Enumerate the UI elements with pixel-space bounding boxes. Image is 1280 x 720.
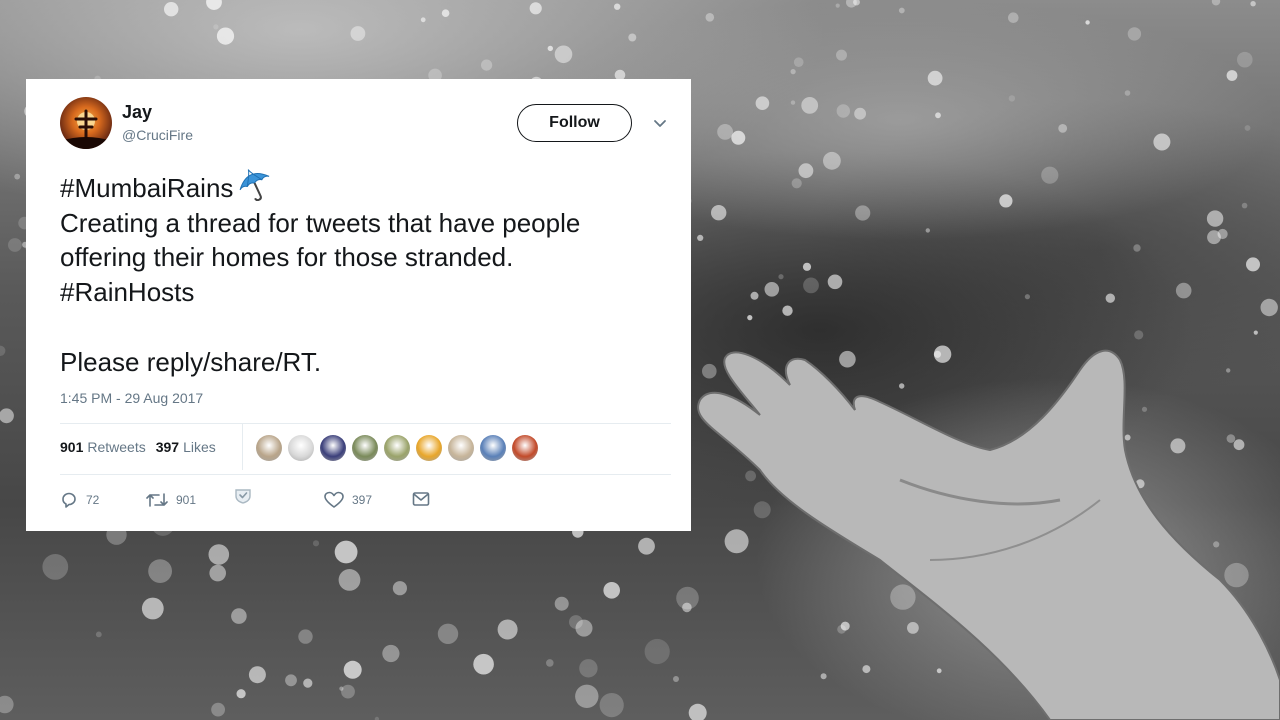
mail-icon [412,492,430,506]
tweet-actions: 72 901 397 [60,489,660,511]
retweet-icon [146,493,168,507]
liker-avatar[interactable] [416,435,442,461]
tweet-text: #MumbaiRains Creating a thread for tweet… [60,167,680,379]
author-name[interactable]: Jay [122,102,152,123]
reply-icon [62,492,76,508]
tweet-line: #MumbaiRains [60,167,680,206]
retweets-stat[interactable]: 901 Retweets [60,439,146,455]
liker-avatar[interactable] [512,435,538,461]
reply-button[interactable]: 72 [60,491,99,509]
verified-shield-button[interactable] [234,487,252,505]
divider [60,423,671,424]
retweet-button[interactable]: 901 [146,491,196,509]
retweet-count: 901 [176,493,197,507]
direct-message-button[interactable] [412,491,430,507]
heart-icon [324,491,344,508]
liker-avatar[interactable] [384,435,410,461]
tweet-stats: 901 Retweets 397 Likes [60,439,216,455]
liker-avatar[interactable] [480,435,506,461]
likes-stat[interactable]: 397 Likes [156,439,216,455]
like-count: 397 [352,493,373,507]
tweet-line: offering their homes for those stranded. [60,242,514,273]
like-button[interactable]: 397 [324,491,372,509]
hashtag-rainhosts[interactable]: #RainHosts [60,275,680,310]
follow-button[interactable]: Follow [517,104,632,142]
liker-avatar[interactable] [448,435,474,461]
liker-avatar[interactable] [320,435,346,461]
tweet-line: Please reply/share/RT. [60,346,322,377]
author-avatar[interactable] [60,97,112,149]
verified-shield-icon [235,489,251,504]
author-handle[interactable]: @CruciFire [122,127,193,143]
tweet-timestamp[interactable]: 1:45 PM - 29 Aug 2017 [60,390,203,406]
divider [60,474,671,475]
tweet-card: Jay @CruciFire Follow #MumbaiRains Creat… [26,79,691,531]
liker-avatar[interactable] [288,435,314,461]
liker-avatar[interactable] [256,435,282,461]
caret-down-icon[interactable] [652,115,668,131]
reply-count: 72 [86,493,100,507]
liker-avatar[interactable] [352,435,378,461]
divider [242,424,243,470]
liker-avatars [256,435,538,461]
hashtag-mumbairains[interactable]: #MumbaiRains [60,173,233,203]
hand-photo [697,349,1280,720]
tweet-line: Creating a thread for tweets that have p… [60,207,581,238]
umbrella-icon [240,169,270,201]
